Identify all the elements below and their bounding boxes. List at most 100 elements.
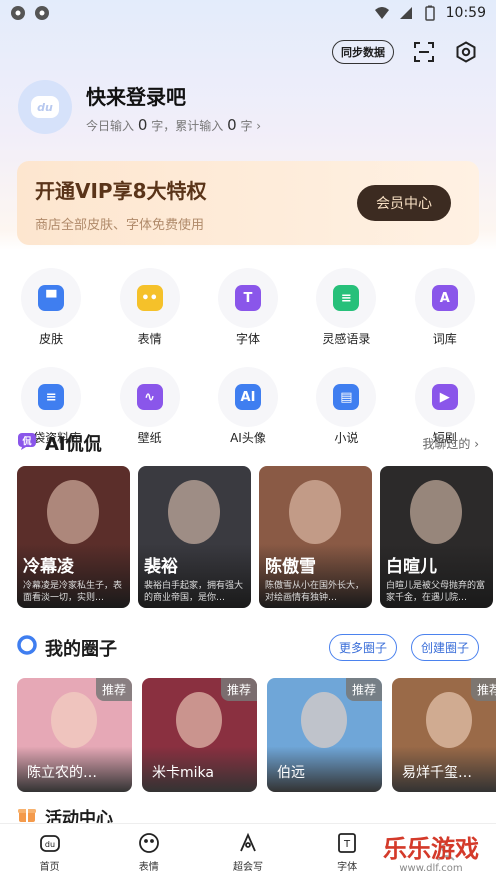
character-portrait	[168, 480, 220, 544]
feature-chat-sparkle[interactable]: ≡ 灵感语录	[298, 268, 394, 347]
circle-cover-image	[301, 692, 347, 748]
feature-grid-row: ▀ 皮肤 •• 表情 T 字体 ≡ 灵感语录 A 词库	[0, 268, 496, 347]
ai-character-desc: 裴裕白手起家，拥有强大的商业帝国，是你…	[144, 581, 244, 603]
ai-character-card[interactable]: 冷幕凌冷幕凌是冷家私生子，表面看淡一切，实则…	[17, 466, 130, 608]
svg-text:T: T	[343, 839, 351, 850]
write-icon	[237, 832, 259, 854]
input-stats[interactable]: 今日输入 0 字，累计输入 0 字 ›	[86, 116, 261, 134]
character-portrait	[410, 480, 462, 544]
chat-history-link[interactable]: 我聊过的 ›	[422, 435, 479, 452]
clock: 10:59	[445, 5, 486, 21]
ai-character-desc: 冷幕凌是冷家私生子，表面看淡一切，实则…	[23, 581, 123, 603]
wallpaper-icon: ∿	[136, 384, 163, 410]
circle-card[interactable]: 推荐米卡mika	[142, 678, 257, 792]
chat-sparkle-icon: ≡	[333, 285, 360, 311]
feature-icon-bg: ∿	[119, 367, 180, 427]
shirt-icon: ▀	[38, 285, 65, 311]
book-icon: ▤	[333, 384, 360, 410]
circle-cover-image	[426, 692, 472, 748]
recommend-badge: 推荐	[220, 678, 257, 701]
avatar[interactable]: du	[18, 80, 72, 134]
feature-font[interactable]: T 字体	[200, 268, 296, 347]
font-icon: T	[234, 285, 261, 311]
svg-text:www.dlf.com: www.dlf.com	[399, 863, 462, 874]
ai-character-desc: 陈傲雪从小在国外长大，对绘画情有独钟…	[265, 581, 365, 603]
ai-character-card[interactable]: 白暄儿 白暄儿是被父母抛弃的富家千金，在遇儿院…	[380, 466, 493, 608]
circle-card[interactable]: 推荐 伯远	[267, 678, 382, 792]
top-actions: 同步数据	[332, 40, 478, 64]
feature-label: 字体	[235, 332, 260, 346]
member-center-button[interactable]: 会员中心	[357, 185, 451, 221]
tab-home[interactable]: du 首页	[10, 832, 90, 873]
circle-name: 陈立农的…	[27, 765, 97, 781]
ai-character-desc: 白暄儿是被父母抛弃的富家千金，在遇儿院…	[386, 581, 486, 603]
character-portrait	[47, 480, 99, 544]
circle-card[interactable]: 推荐易烊千玺…	[392, 678, 496, 792]
settings-gear-icon[interactable]	[454, 40, 478, 64]
circles-section-header: 我的圈子 更多圈子 创建圈子	[17, 634, 479, 661]
circle-list: 推荐 陈立农的… 推荐 米卡mika 推荐 伯远 推荐 易烊千玺…	[17, 678, 496, 792]
feature-label: 灵感语录	[322, 332, 371, 346]
more-circles-button[interactable]: 更多圈子	[328, 634, 397, 661]
profile-header[interactable]: du 快来登录吧 今日输入 0 字，累计输入 0 字 ›	[18, 80, 261, 134]
ai-character-name: 裴裕	[144, 557, 178, 577]
circle-card[interactable]: 推荐陈立农的…	[17, 678, 132, 792]
svg-text:乐乐游戏: 乐乐游戏	[383, 835, 479, 863]
circle-name: 米卡mika	[152, 765, 214, 781]
avatar-logo: du	[31, 96, 59, 118]
app-notification-icon	[10, 5, 26, 21]
tab-label: 表情	[138, 862, 159, 873]
play-icon: ▶	[431, 384, 458, 410]
feature-label: 词库	[432, 332, 457, 346]
feature-icon-bg: ▀	[21, 268, 82, 328]
signal-icon	[398, 5, 414, 21]
feature-icon-bg: ≡	[21, 367, 82, 427]
feature-icon-bg: T	[217, 268, 278, 328]
document-icon: ≡	[38, 384, 65, 410]
svg-text:侃: 侃	[21, 435, 31, 447]
watermark-logo: 乐乐游戏 www.dlf.com	[372, 827, 490, 875]
ai-character-name: 陈傲雪	[265, 557, 316, 577]
smiley-icon: ••	[136, 285, 163, 311]
create-circle-button[interactable]: 创建圈子	[410, 634, 479, 661]
home-icon: du	[39, 832, 61, 854]
feature-icon-bg: ▤	[316, 367, 377, 427]
emoji-icon	[138, 832, 160, 854]
feature-label: 皮肤	[39, 332, 64, 346]
feature-smiley[interactable]: •• 表情	[102, 268, 198, 347]
tab-label: 字体	[337, 862, 358, 873]
vip-banner[interactable]: 开通VIP享8大特权 商店全部皮肤、字体免费使用 会员中心	[17, 161, 479, 245]
feature-icon-bg: ≡	[316, 268, 377, 328]
ai-avatar-icon: AI	[234, 384, 261, 410]
feature-label: 表情	[137, 332, 162, 346]
ai-chat-icon: 侃	[17, 431, 37, 456]
circle-name: 易烊千玺…	[402, 765, 472, 781]
recommend-badge: 推荐	[470, 678, 496, 701]
circles-section-title: 我的圈子	[45, 638, 117, 660]
tab-label: 首页	[39, 862, 60, 873]
dictionary-icon: A	[431, 285, 458, 311]
circle-ring-icon	[17, 635, 37, 660]
ai-character-list: 冷幕凌 冷幕凌是冷家私生子，表面看淡一切，实则… 裴裕 裴裕白手起家，拥有强大的商业帝…	[17, 466, 493, 608]
ai-character-name: 冷幕凌	[23, 557, 74, 577]
app-notification-icon	[34, 5, 50, 21]
feature-icon-bg: A	[414, 268, 475, 328]
circle-name: 伯远	[277, 765, 305, 781]
feature-icon-bg: ▶	[414, 367, 475, 427]
tab-write[interactable]: 超会写	[208, 832, 288, 873]
login-prompt[interactable]: 快来登录吧	[86, 81, 261, 110]
ai-section-title: AI侃侃	[45, 434, 102, 455]
feature-dictionary[interactable]: A 词库	[397, 268, 493, 347]
scan-icon[interactable]	[412, 40, 436, 64]
ai-character-card[interactable]: 陈傲雪陈傲雪从小在国外长大，对绘画情有独钟…	[259, 466, 372, 608]
recommend-badge: 推荐	[95, 678, 132, 701]
feature-shirt[interactable]: ▀ 皮肤	[3, 268, 99, 347]
tab-emoji[interactable]: 表情	[109, 832, 189, 873]
feature-icon-bg: AI	[217, 367, 278, 427]
circle-cover-image	[51, 692, 97, 748]
svg-text:du: du	[45, 840, 55, 849]
feature-icon-bg: ••	[119, 268, 180, 328]
circle-cover-image	[176, 692, 222, 748]
sync-data-button[interactable]: 同步数据	[332, 40, 394, 64]
ai-character-card[interactable]: 裴裕裴裕白手起家，拥有强大的商业帝国，是你…	[138, 466, 251, 608]
